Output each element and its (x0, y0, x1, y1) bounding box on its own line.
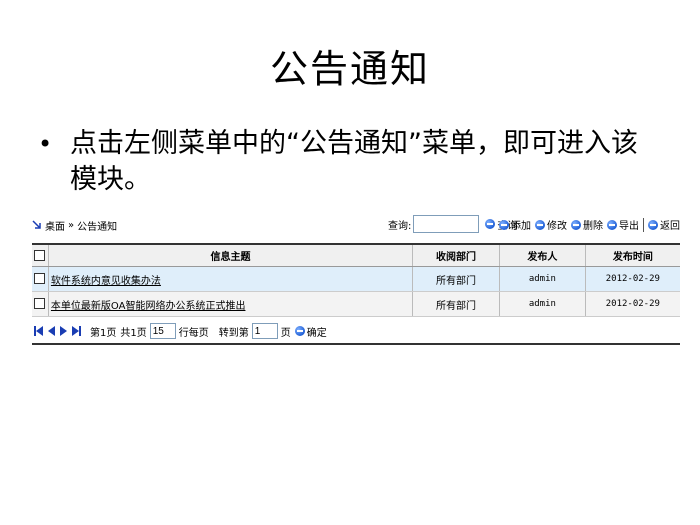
toolbar-divider (643, 217, 644, 232)
edit-icon (535, 219, 545, 230)
publisher-cell: admin (499, 291, 586, 317)
pager: 第1页 共1页 行每页 转到第 页 确定 (34, 323, 327, 339)
search-input[interactable] (413, 215, 480, 233)
bottom-divider (32, 343, 680, 345)
select-all-checkbox[interactable] (34, 249, 46, 261)
per-page-input[interactable] (149, 323, 176, 339)
date-cell: 2012-02-29 (585, 291, 680, 317)
last-icon[interactable] (72, 326, 81, 336)
per-page-label: 行每页 (178, 327, 209, 339)
date-cell: 2012-02-29 (585, 266, 680, 292)
prev-icon[interactable] (48, 326, 55, 336)
breadcrumb-current: 公告通知 (77, 221, 118, 233)
export-label: 导出 (619, 221, 639, 232)
delete-icon (571, 219, 581, 230)
subject-cell: 本单位最新版OA智能网络办公系统正式推出 (48, 291, 414, 317)
publisher-cell: admin (499, 266, 586, 292)
subject-link[interactable]: 软件系统内意见收集办法 (51, 276, 161, 287)
dept-cell: 所有部门 (412, 266, 501, 292)
page-unit: 页 (280, 327, 291, 339)
row-checkbox-cell (32, 291, 49, 317)
add-icon (499, 219, 509, 230)
notice-module: 桌面 » 公告通知 查询: 查询 添加 修改 删除 (32, 213, 680, 349)
row-checkbox-cell (32, 266, 49, 292)
back-icon (648, 219, 658, 230)
notice-table: 信息主题 收阅部门 发布人 发布时间 软件系统内意见收集办法 所有部门 admi… (32, 243, 680, 317)
bullet-point: • 点击左侧菜单中的“公告通知”菜单，即可进入该模块。 (38, 126, 658, 198)
row-checkbox[interactable] (34, 298, 46, 310)
next-icon[interactable] (60, 326, 67, 336)
slide-title: 公告通知 (269, 47, 430, 91)
toolbar-actions: 添加 修改 删除 导出 返回 (495, 217, 680, 232)
delete-button[interactable]: 删除 (571, 217, 603, 232)
last-icon-bar (79, 326, 81, 336)
total-info: 共1页 (120, 327, 147, 339)
goto-label: 转到第 (218, 327, 249, 339)
row-checkbox[interactable] (34, 273, 46, 285)
edit-label: 修改 (547, 221, 567, 232)
first-icon[interactable] (34, 326, 43, 336)
header-subject[interactable]: 信息主题 (48, 244, 414, 267)
back-label: 返回 (660, 221, 680, 232)
confirm-button[interactable]: 确定 (294, 324, 327, 339)
subject-cell: 软件系统内意见收集办法 (48, 266, 414, 292)
header-date[interactable]: 发布时间 (585, 244, 680, 267)
dept-cell: 所有部门 (412, 291, 501, 317)
add-button[interactable]: 添加 (499, 217, 531, 232)
table-row[interactable]: 软件系统内意见收集办法 所有部门 admin 2012-02-29 (32, 266, 680, 292)
search-icon (485, 219, 496, 229)
confirm-icon (294, 326, 305, 336)
edit-button[interactable]: 修改 (535, 217, 567, 232)
confirm-label: 确定 (306, 327, 327, 339)
breadcrumb-separator: » (68, 219, 75, 231)
search-label: 查询: (388, 220, 412, 232)
add-label: 添加 (511, 221, 531, 232)
last-icon-arrow (72, 326, 79, 336)
export-icon (607, 219, 617, 230)
bullet-text: 点击左侧菜单中的“公告通知”菜单，即可进入该模块。 (70, 128, 638, 195)
goto-page-input[interactable] (251, 323, 278, 339)
delete-label: 删除 (583, 221, 603, 232)
export-button[interactable]: 导出 (607, 217, 639, 232)
diagonal-arrow-icon (32, 220, 41, 229)
subject-link[interactable]: 本单位最新版OA智能网络办公系统正式推出 (51, 301, 246, 312)
first-icon-arrow (36, 326, 43, 336)
back-button[interactable]: 返回 (648, 217, 680, 232)
table-header-row: 信息主题 收阅部门 发布人 发布时间 (32, 244, 680, 267)
bullet-dot: • (38, 130, 53, 158)
toolbar: 桌面 » 公告通知 查询: 查询 添加 修改 删除 (32, 213, 680, 237)
breadcrumb: 桌面 » 公告通知 (32, 218, 120, 233)
table-row[interactable]: 本单位最新版OA智能网络办公系统正式推出 所有部门 admin 2012-02-… (32, 291, 680, 317)
select-all-cell (32, 244, 49, 267)
header-publisher[interactable]: 发布人 (499, 244, 586, 267)
breadcrumb-home[interactable]: 桌面 (45, 218, 65, 233)
header-dept[interactable]: 收阅部门 (412, 244, 501, 267)
page-info: 第1页 (90, 327, 117, 339)
